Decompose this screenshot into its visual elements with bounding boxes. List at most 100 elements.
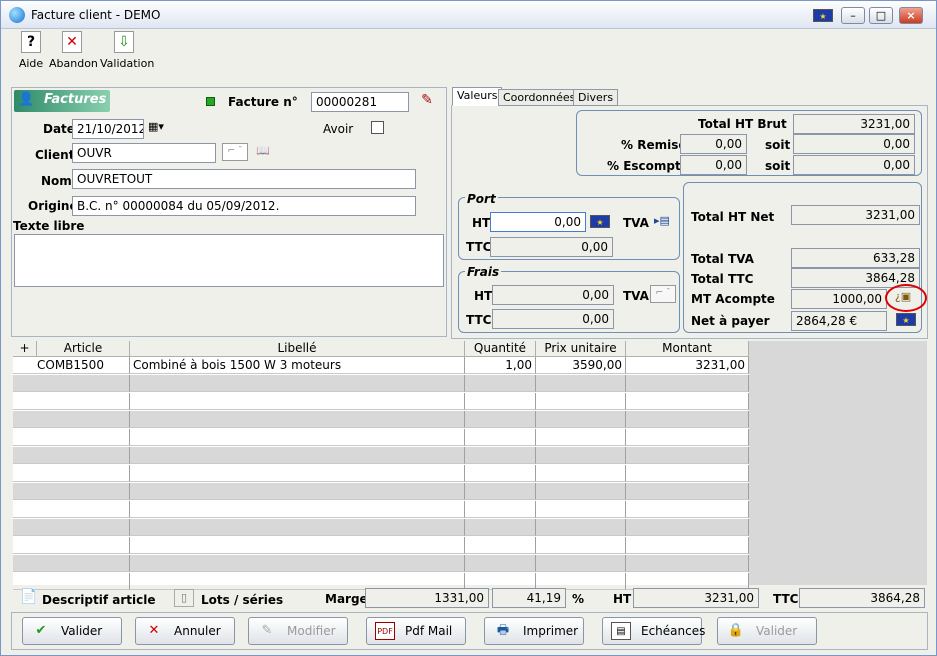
tab-coordonnees[interactable]: Coordonnées (498, 89, 581, 106)
empty-cell[interactable] (130, 519, 465, 536)
empty-cell[interactable] (130, 465, 465, 482)
modifier-button[interactable]: ✎ Modifier (248, 617, 348, 645)
empty-cell[interactable] (130, 393, 465, 410)
empty-cell[interactable] (465, 411, 536, 428)
empty-cell[interactable] (536, 447, 626, 464)
client-field[interactable]: OUVR (72, 143, 216, 163)
lots-icon[interactable]: ▯ (174, 589, 194, 607)
empty-cell[interactable] (626, 483, 749, 500)
imprimer-button[interactable]: 🖶 Imprimer (484, 617, 584, 645)
col-article[interactable]: Article (37, 341, 130, 357)
echeances-button[interactable]: ▤ Echéances (602, 617, 705, 645)
empty-row[interactable] (13, 411, 749, 428)
empty-cell[interactable] (130, 375, 465, 392)
col-montant[interactable]: Montant (626, 341, 749, 357)
descriptif-article-label[interactable]: Descriptif article (42, 593, 155, 607)
empty-cell[interactable] (130, 501, 465, 518)
valider-button[interactable]: ✔ Valider (22, 617, 122, 645)
pdf-mail-button[interactable]: PDF Pdf Mail (366, 617, 466, 645)
empty-cell[interactable] (465, 519, 536, 536)
empty-cell[interactable] (626, 411, 749, 428)
annuler-button[interactable]: ✕ Annuler (135, 617, 235, 645)
empty-cell[interactable] (536, 375, 626, 392)
empty-cell[interactable] (465, 465, 536, 482)
empty-cell[interactable] (13, 375, 130, 392)
empty-cell[interactable] (536, 555, 626, 572)
port-tva-list-icon[interactable]: ▸▤ (652, 213, 672, 231)
empty-cell[interactable] (465, 375, 536, 392)
tab-valeurs[interactable]: Valeurs (452, 87, 503, 106)
empty-cell[interactable] (626, 429, 749, 446)
lots-series-label[interactable]: Lots / séries (201, 593, 283, 607)
client-lookup-button[interactable]: ⌐ ˉ (222, 143, 248, 161)
aide-button[interactable]: ? Aide (17, 31, 45, 70)
empty-row[interactable] (13, 519, 749, 536)
add-row-button[interactable]: + (13, 341, 37, 357)
col-libelle[interactable]: Libellé (130, 341, 465, 357)
net-euro-flag-icon[interactable]: ★ (896, 313, 916, 326)
empty-cell[interactable] (13, 483, 130, 500)
facture-number-field[interactable]: 00000281 (311, 92, 409, 112)
cell-libelle[interactable]: Combiné à bois 1500 W 3 moteurs (130, 357, 465, 374)
empty-cell[interactable] (130, 555, 465, 572)
empty-cell[interactable] (13, 573, 130, 590)
empty-cell[interactable] (626, 465, 749, 482)
empty-cell[interactable] (626, 447, 749, 464)
avoir-checkbox[interactable] (371, 121, 384, 134)
tab-divers[interactable]: Divers (573, 89, 619, 106)
calendar-icon[interactable]: ▦▾ (146, 119, 166, 137)
pen-icon[interactable]: ✎ (417, 92, 437, 110)
eu-flag-icon[interactable]: ★ (813, 9, 833, 22)
empty-cell[interactable] (130, 447, 465, 464)
empty-row[interactable] (13, 393, 749, 410)
empty-cell[interactable] (130, 483, 465, 500)
empty-row[interactable] (13, 447, 749, 464)
cell-article[interactable]: COMB1500 (13, 357, 130, 374)
empty-row[interactable] (13, 483, 749, 500)
port-ht-field[interactable]: 0,00 (490, 212, 586, 232)
empty-row[interactable] (13, 555, 749, 572)
article-grid[interactable]: + Article Libellé Quantité Prix unitaire… (13, 341, 749, 590)
col-prix-unitaire[interactable]: Prix unitaire (536, 341, 626, 357)
empty-cell[interactable] (626, 375, 749, 392)
table-row[interactable]: COMB1500 Combiné à bois 1500 W 3 moteurs… (13, 357, 749, 374)
empty-row[interactable] (13, 375, 749, 392)
nom-field[interactable]: OUVRETOUT (72, 169, 416, 189)
validation-button[interactable]: ⇩ Validation (100, 31, 154, 70)
empty-cell[interactable] (13, 555, 130, 572)
empty-cell[interactable] (465, 483, 536, 500)
empty-cell[interactable] (536, 483, 626, 500)
texte-libre-field[interactable] (14, 234, 444, 287)
empty-cell[interactable] (13, 429, 130, 446)
coin-icon[interactable]: ¿▣ (893, 289, 913, 307)
empty-cell[interactable] (13, 393, 130, 410)
empty-row[interactable] (13, 429, 749, 446)
empty-row[interactable] (13, 501, 749, 518)
empty-cell[interactable] (536, 429, 626, 446)
remise-pct-field[interactable]: 0,00 (680, 134, 747, 154)
abandon-button[interactable]: ✕ Abandon (49, 31, 98, 70)
empty-cell[interactable] (536, 501, 626, 518)
empty-cell[interactable] (626, 519, 749, 536)
empty-cell[interactable] (13, 411, 130, 428)
empty-row[interactable] (13, 537, 749, 554)
empty-cell[interactable] (626, 537, 749, 554)
cell-quantite[interactable]: 1,00 (465, 357, 536, 374)
minimize-button[interactable]: – (841, 7, 865, 24)
close-button[interactable]: × (899, 7, 923, 24)
empty-cell[interactable] (536, 393, 626, 410)
empty-cell[interactable] (130, 411, 465, 428)
frais-ht-field[interactable]: 0,00 (492, 285, 614, 305)
empty-cell[interactable] (465, 429, 536, 446)
empty-cell[interactable] (465, 393, 536, 410)
frais-tva-lookup-button[interactable]: ⌐ ˉ (650, 285, 676, 303)
cell-montant[interactable]: 3231,00 (626, 357, 749, 374)
escompte-pct-field[interactable]: 0,00 (680, 155, 747, 175)
cell-prix[interactable]: 3590,00 (536, 357, 626, 374)
empty-row[interactable] (13, 465, 749, 482)
empty-cell[interactable] (465, 555, 536, 572)
book-icon[interactable]: 📖 (253, 143, 273, 161)
empty-cell[interactable] (536, 519, 626, 536)
document-icon[interactable]: 📄 (19, 589, 39, 607)
empty-cell[interactable] (465, 537, 536, 554)
